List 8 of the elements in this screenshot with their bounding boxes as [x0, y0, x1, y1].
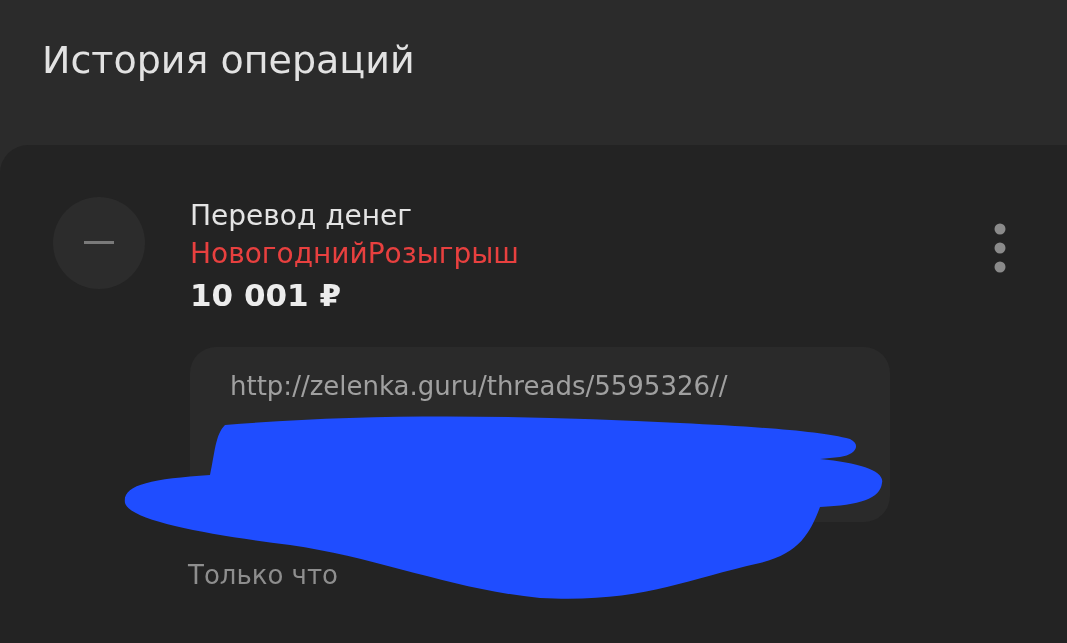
recipient-name: НовогоднийРозыгрыш	[190, 236, 519, 272]
minus-icon	[84, 241, 114, 245]
comment-text: http://zelenka.guru/threads/5595326//	[230, 371, 728, 401]
timestamp: Только что	[188, 560, 339, 590]
screen-title: История операций	[42, 38, 415, 84]
amount: 10 001 ₽	[190, 276, 341, 315]
operation-title: Перевод денег	[190, 198, 412, 234]
more-options-icon[interactable]	[993, 222, 1007, 274]
